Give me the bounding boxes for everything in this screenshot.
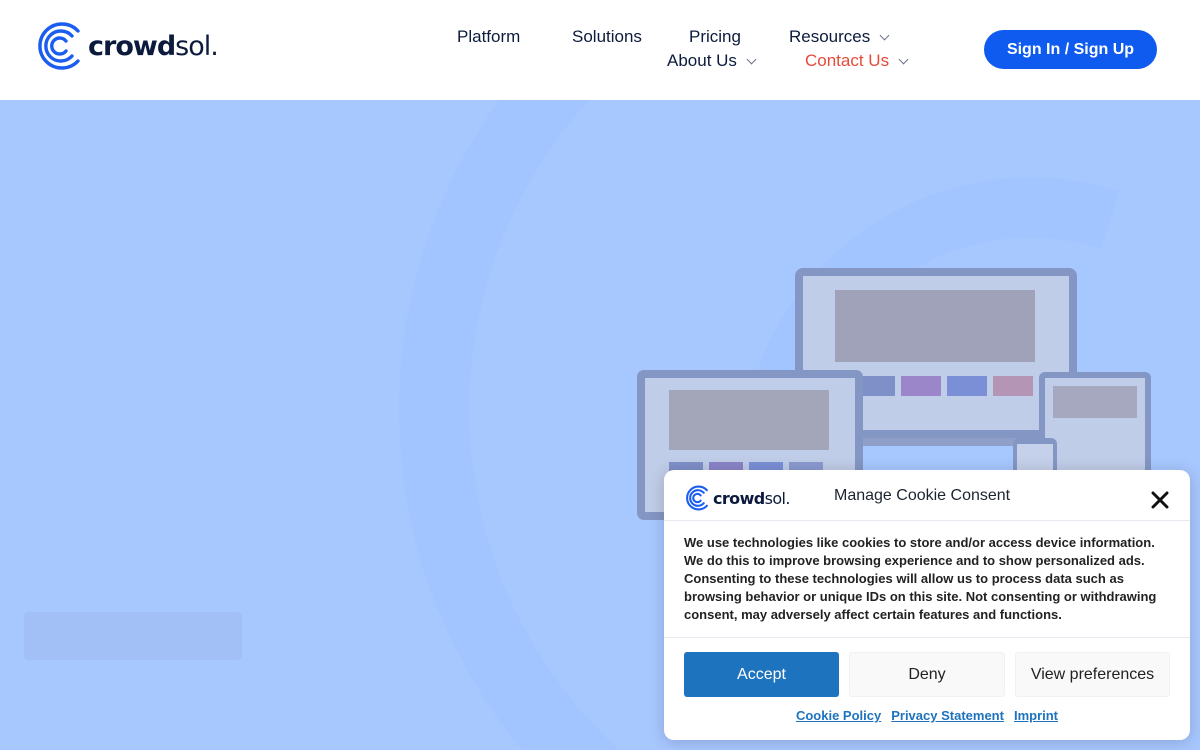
deny-button[interactable]: Deny <box>849 652 1005 697</box>
sign-in-button[interactable]: Sign In / Sign Up <box>984 30 1157 69</box>
nav-resources[interactable]: Resources <box>789 27 890 47</box>
hero-heading-faded <box>128 266 308 322</box>
crowdsol-c-logo-icon <box>686 485 708 511</box>
cookie-consent-dialog: crowdsol. Manage Cookie Consent We use t… <box>664 470 1190 740</box>
nav-contact-label: Contact Us <box>805 51 890 70</box>
site-header: crowdsol. Platform Solutions Pricing Res… <box>0 0 1200 100</box>
nav-about[interactable]: About Us <box>667 51 757 71</box>
nav-pricing[interactable]: Pricing <box>689 27 741 47</box>
cookie-logo: crowdsol. <box>684 484 790 512</box>
close-icon[interactable] <box>1148 488 1172 512</box>
chevron-down-icon <box>879 30 890 40</box>
nav-about-label: About Us <box>667 51 737 70</box>
nav-pricing-label: Pricing <box>689 27 741 46</box>
cookie-policy-link[interactable]: Cookie Policy <box>796 708 881 723</box>
nav-resources-label: Resources <box>789 27 871 46</box>
view-preferences-button[interactable]: View preferences <box>1015 652 1170 697</box>
cookie-divider <box>664 637 1190 638</box>
chevron-down-icon <box>746 54 757 64</box>
chevron-down-icon <box>898 54 909 64</box>
cookie-dialog-message: We use technologies like cookies to stor… <box>684 535 1157 622</box>
crowdsol-c-logo-icon <box>38 22 80 70</box>
nav-contact[interactable]: Contact Us <box>805 51 909 71</box>
privacy-statement-link[interactable]: Privacy Statement <box>891 708 1004 723</box>
logo-wordmark: crowdsol. <box>88 30 219 62</box>
cookie-dialog-header: crowdsol. Manage Cookie Consent <box>664 470 1190 521</box>
nav-solutions-label: Solutions <box>572 27 642 46</box>
nav-platform[interactable]: Platform <box>457 27 520 47</box>
accept-button[interactable]: Accept <box>684 652 839 697</box>
cookie-logo-wordmark: crowdsol. <box>713 488 790 508</box>
cookie-dialog-title: Manage Cookie Consent <box>834 487 1011 504</box>
nav-solutions[interactable]: Solutions <box>572 27 642 47</box>
hero-cta-button[interactable] <box>24 612 242 660</box>
imprint-link[interactable]: Imprint <box>1014 708 1058 723</box>
crowdsol-logo[interactable]: crowdsol. <box>34 19 219 73</box>
nav-platform-label: Platform <box>457 27 521 46</box>
cookie-policy-links: Cookie Policy Privacy Statement Imprint <box>664 708 1190 723</box>
